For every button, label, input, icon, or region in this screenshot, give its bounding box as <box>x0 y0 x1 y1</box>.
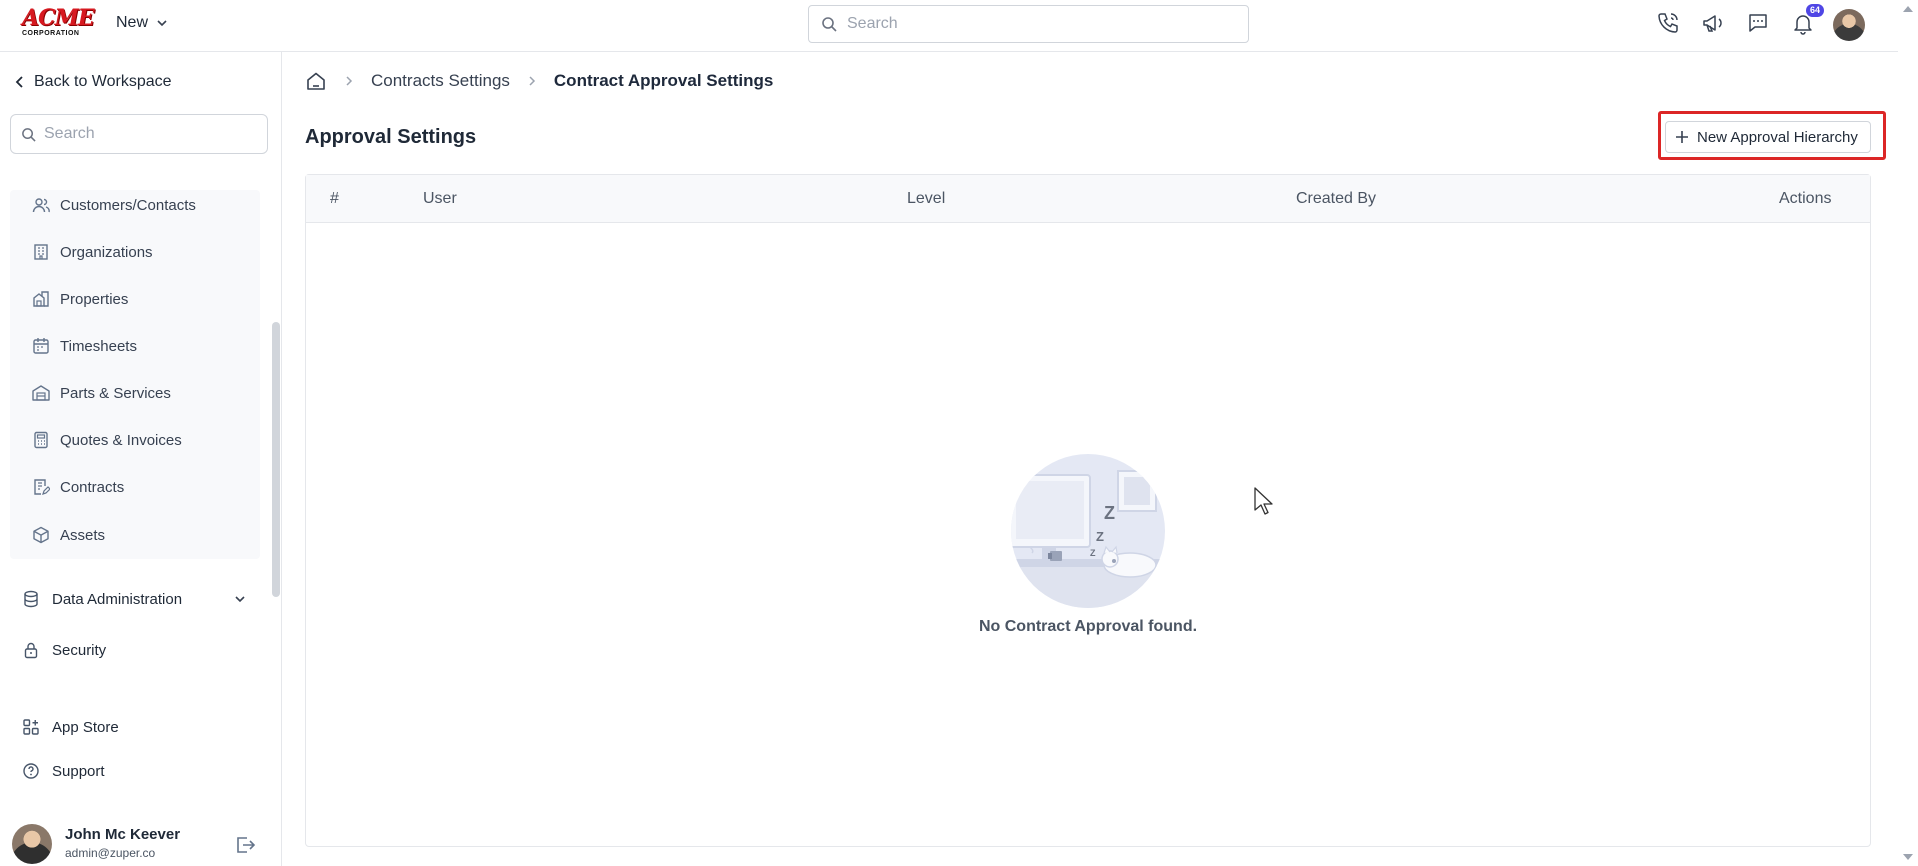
new-button-label: New Approval Hierarchy <box>1697 128 1858 146</box>
search-icon <box>22 127 36 142</box>
logo-main-text: ACME <box>22 5 95 31</box>
breadcrumb-current: Contract Approval Settings <box>553 71 774 90</box>
column-header-number: # <box>330 190 339 207</box>
calculator-icon <box>34 431 48 449</box>
sidebar-item-parts-services[interactable]: Parts & Services <box>32 384 171 402</box>
sidebar-item-label: Assets <box>60 526 106 544</box>
sidebar-item-label: Data Administration <box>52 590 183 608</box>
global-search[interactable] <box>808 5 1249 43</box>
new-menu-label: New <box>116 14 149 31</box>
contract-icon <box>34 479 50 495</box>
column-header-user: User <box>423 190 457 207</box>
zzz-small: Z <box>1090 548 1096 558</box>
plus-icon <box>1676 131 1688 143</box>
zzz-medium: Z <box>1096 529 1104 544</box>
sidebar-item-label: Timesheets <box>60 337 137 355</box>
breadcrumb-contracts-settings[interactable]: Contracts Settings <box>371 71 510 91</box>
avatar <box>12 824 52 864</box>
megaphone-icon[interactable] <box>1700 10 1726 36</box>
global-search-input[interactable] <box>847 15 1227 33</box>
column-header-created-by: Created By <box>1296 190 1377 207</box>
table-header: # User Level Created By Actions <box>306 175 1870 223</box>
phone-icon[interactable] <box>1655 10 1681 36</box>
user-email: admin@zuper.co <box>65 846 156 860</box>
sidebar-item-data-administration[interactable]: Data Administration <box>22 590 247 608</box>
notification-badge: 64 <box>1805 4 1824 17</box>
sidebar-item-label: Quotes & Invoices <box>60 431 182 449</box>
back-to-workspace-link[interactable]: Back to Workspace <box>14 73 172 91</box>
mouse-cursor-icon <box>1254 487 1273 515</box>
sidebar-item-customers-contacts[interactable]: Customers/Contacts <box>32 196 196 214</box>
chevron-right-icon <box>346 76 353 86</box>
chevron-right-icon <box>529 76 535 86</box>
lock-icon <box>24 642 38 659</box>
users-icon <box>32 198 50 213</box>
apps-icon <box>23 719 39 735</box>
chevron-down-icon <box>157 20 167 27</box>
empty-state-illustration: Z Z Z <box>1011 454 1165 608</box>
user-profile[interactable]: John Mc Keever admin@zuper.co <box>12 822 268 866</box>
home-icon[interactable] <box>305 70 327 92</box>
search-icon <box>822 17 837 32</box>
empty-state-message: No Contract Approval found. <box>978 618 1198 635</box>
database-icon <box>24 590 38 608</box>
sidebar-item-label: Organizations <box>60 243 153 261</box>
sidebar-item-assets[interactable]: Assets <box>32 526 105 544</box>
back-label: Back to Workspace <box>34 73 172 90</box>
page-scrollbar[interactable] <box>1898 0 1918 866</box>
sidebar-item-security[interactable]: Security <box>22 641 247 659</box>
sidebar: Back to Workspace Customers/Contacts Org… <box>0 52 282 866</box>
chevron-down-icon <box>235 596 245 603</box>
calendar-icon <box>33 338 49 354</box>
sidebar-scrollbar[interactable] <box>272 322 280 597</box>
empty-state: Z Z Z No Contract Approval found. <box>306 453 1870 636</box>
chat-icon[interactable] <box>1745 10 1771 36</box>
sidebar-item-label: App Store <box>52 718 119 736</box>
sidebar-item-support[interactable]: Support <box>22 762 247 780</box>
sidebar-item-label: Security <box>52 641 107 659</box>
avatar[interactable] <box>1833 9 1865 41</box>
sidebar-item-label: Customers/Contacts <box>60 196 196 214</box>
warehouse-icon <box>32 385 50 401</box>
sidebar-item-quotes-invoices[interactable]: Quotes & Invoices <box>32 431 182 449</box>
acme-logo[interactable]: ACME CORPORATION <box>22 5 95 37</box>
sidebar-item-label: Parts & Services <box>60 384 171 402</box>
new-menu-button[interactable]: New <box>116 14 168 32</box>
box-icon <box>33 526 49 544</box>
sidebar-item-label: Properties <box>60 290 129 308</box>
scroll-down-arrow-icon[interactable] <box>1898 850 1918 864</box>
top-bar: ACME CORPORATION New 64 <box>0 0 1898 52</box>
page-title: Approval Settings <box>305 126 477 148</box>
sidebar-search[interactable] <box>10 114 268 154</box>
building-icon <box>34 244 48 260</box>
sidebar-item-label: Contracts <box>60 478 125 496</box>
logo-sub-text: CORPORATION <box>22 30 80 37</box>
column-header-level: Level <box>907 190 946 207</box>
approval-table: # User Level Created By Actions Z Z Z No… <box>305 174 1871 847</box>
chevron-left-icon <box>15 76 23 88</box>
property-icon <box>33 291 49 307</box>
column-header-actions: Actions <box>1779 190 1832 207</box>
sidebar-item-timesheets[interactable]: Timesheets <box>32 337 137 355</box>
bell-icon[interactable]: 64 <box>1790 4 1824 36</box>
breadcrumb: Contracts Settings Contract Approval Set… <box>305 70 773 92</box>
help-circle-icon <box>23 763 39 779</box>
sidebar-search-input[interactable] <box>44 125 254 143</box>
sidebar-item-contracts[interactable]: Contracts <box>32 478 124 496</box>
sidebar-item-properties[interactable]: Properties <box>32 290 128 308</box>
sidebar-item-app-store[interactable]: App Store <box>22 718 247 736</box>
user-name: John Mc Keever <box>65 826 181 843</box>
scroll-up-arrow-icon[interactable] <box>1898 2 1918 16</box>
zzz-large: Z <box>1104 503 1115 523</box>
sidebar-item-organizations[interactable]: Organizations <box>32 243 153 261</box>
sidebar-item-label: Support <box>52 762 105 780</box>
new-approval-hierarchy-button[interactable]: New Approval Hierarchy <box>1665 121 1871 153</box>
logout-icon[interactable] <box>234 834 256 856</box>
